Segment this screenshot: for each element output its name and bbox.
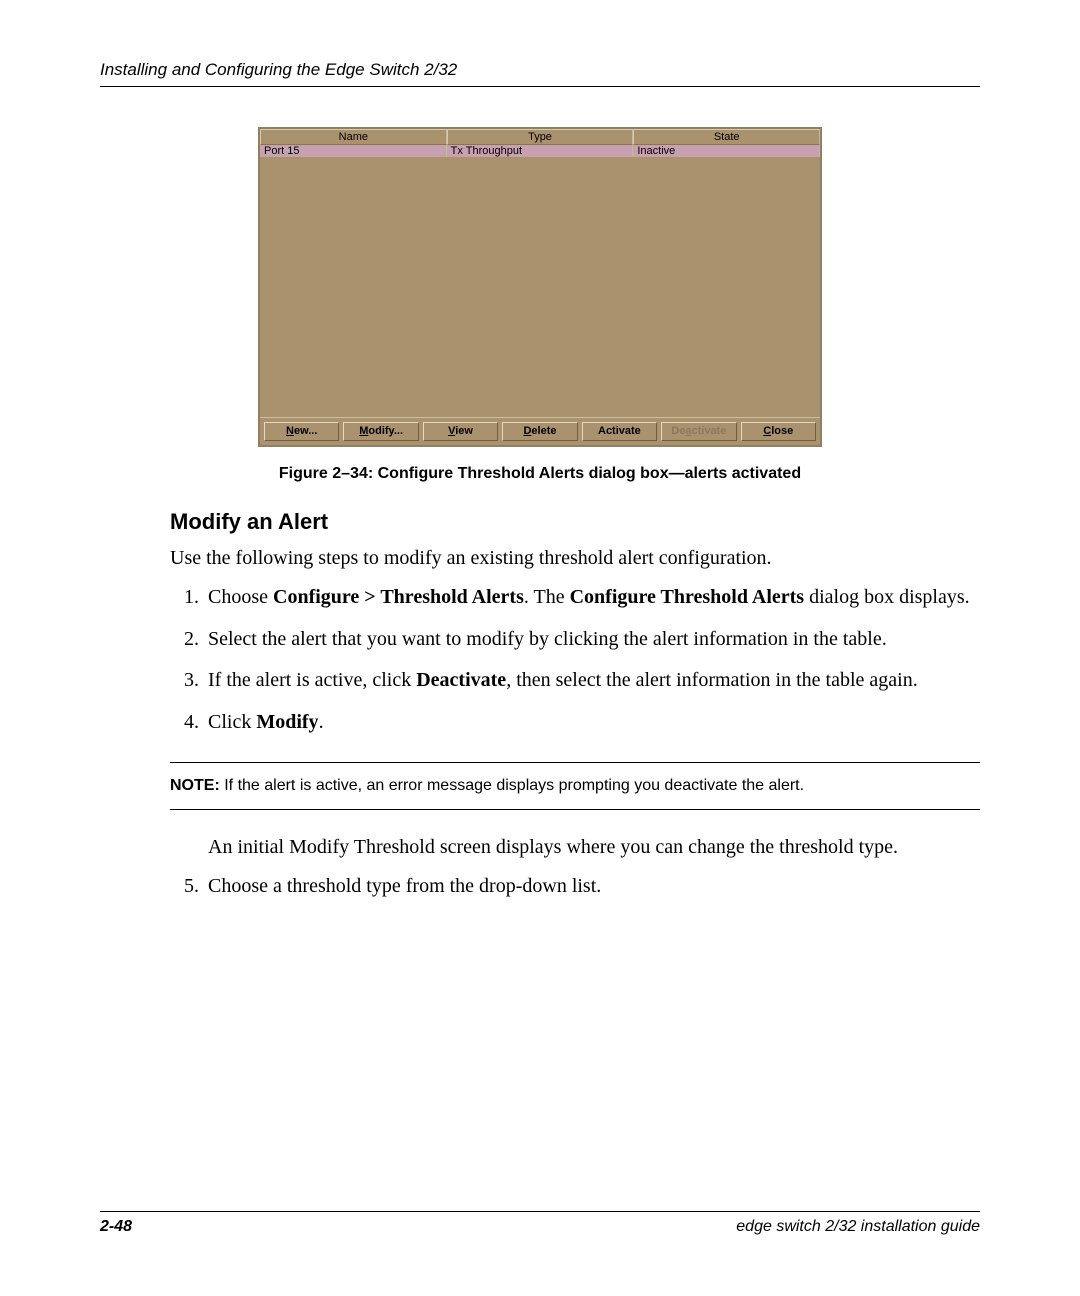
text-bold: Configure Threshold Alerts (570, 586, 804, 608)
close-button[interactable]: Close (741, 422, 816, 441)
running-header: Installing and Configuring the Edge Swit… (100, 60, 980, 80)
section-heading: Modify an Alert (170, 509, 980, 535)
btn-label: De (671, 425, 685, 437)
list-item: Click Modify. (204, 709, 980, 737)
btn-label: odify... (368, 425, 403, 437)
note-block: NOTE: If the alert is active, an error m… (170, 762, 980, 810)
btn-label: lose (771, 425, 793, 437)
dialog-empty-area (260, 157, 820, 417)
delete-button[interactable]: Delete (502, 422, 577, 441)
page-footer: 2-48 edge switch 2/32 installation guide (100, 1211, 980, 1236)
btn-label: ctivate (691, 425, 726, 437)
step-list: Choose Configure > Threshold Alerts. The… (170, 584, 980, 736)
text: Click (208, 711, 256, 733)
btn-label: ew... (294, 425, 317, 437)
page-number: 2-48 (100, 1218, 132, 1236)
text: . The (524, 586, 570, 608)
text: , then select the alert information in t… (506, 669, 918, 691)
text-bold: Configure > Threshold Alerts (273, 586, 524, 608)
footer-doc-title: edge switch 2/32 installation guide (736, 1218, 980, 1236)
intro-paragraph: Use the following steps to modify an exi… (170, 545, 980, 572)
cell-name: Port 15 (260, 145, 447, 157)
cell-state: Inactive (633, 145, 820, 157)
list-item: If the alert is active, click Deactivate… (204, 667, 980, 695)
text: dialog box displays. (804, 586, 970, 608)
text: If the alert is active, click (208, 669, 416, 691)
column-header-state[interactable]: State (633, 129, 820, 145)
header-rule (100, 86, 980, 87)
btn-label: iew (455, 425, 473, 437)
modify-button[interactable]: Modify... (343, 422, 418, 441)
post-note-paragraph: An initial Modify Threshold screen displ… (208, 834, 980, 861)
figure-caption: Figure 2–34: Configure Threshold Alerts … (100, 465, 980, 483)
note-text: If the alert is active, an error message… (220, 777, 804, 794)
deactivate-button: Deactivate (661, 422, 736, 441)
text-bold: Deactivate (416, 669, 506, 691)
note-label: NOTE: (170, 777, 220, 794)
btn-label: elete (531, 425, 556, 437)
column-header-name[interactable]: Name (260, 129, 447, 145)
text: . (319, 711, 324, 733)
table-row[interactable]: Port 15 Tx Throughput Inactive (260, 145, 820, 157)
list-item: Choose a threshold type from the drop-do… (204, 873, 980, 901)
column-header-type[interactable]: Type (447, 129, 634, 145)
list-item: Select the alert that you want to modify… (204, 626, 980, 654)
text-bold: Modify (256, 711, 318, 733)
text: Choose (208, 586, 273, 608)
activate-button[interactable]: Activate (582, 422, 657, 441)
list-item: Choose Configure > Threshold Alerts. The… (204, 584, 980, 612)
threshold-alerts-dialog: Name Type State Port 15 Tx Throughput In… (258, 127, 822, 447)
view-button[interactable]: View (423, 422, 498, 441)
new-button[interactable]: New... (264, 422, 339, 441)
cell-type: Tx Throughput (447, 145, 634, 157)
step-list-continued: Choose a threshold type from the drop-do… (170, 873, 980, 901)
